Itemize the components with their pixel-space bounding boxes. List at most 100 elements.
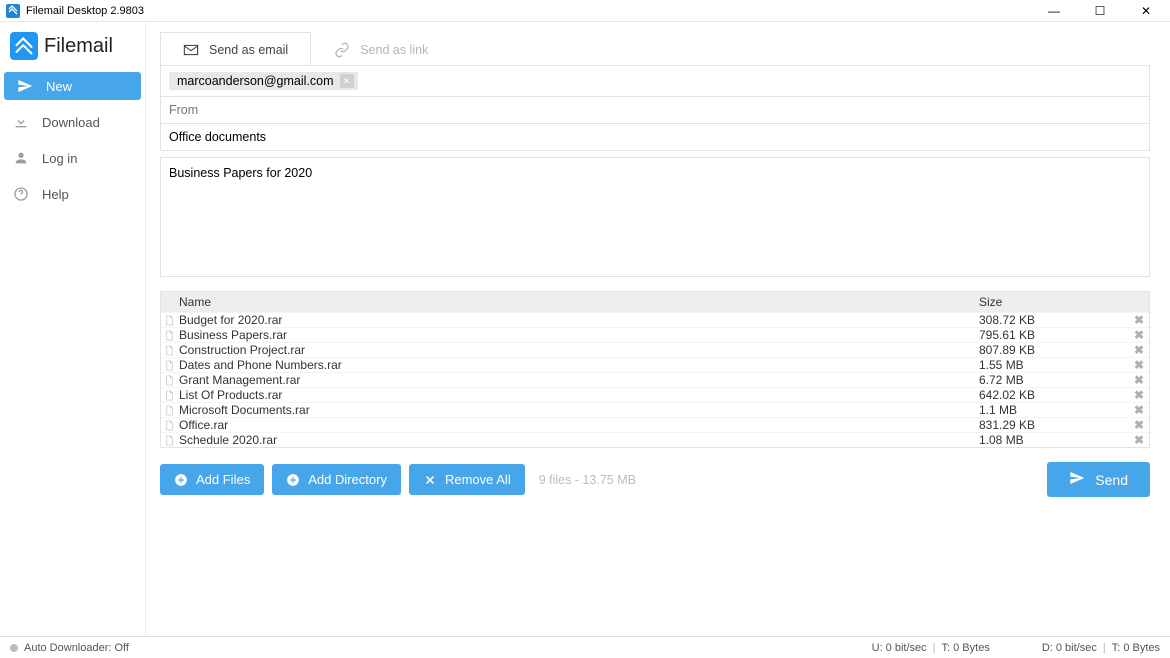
add-directory-button[interactable]: Add Directory bbox=[272, 464, 401, 495]
window-title: Filemail Desktop 2.9803 bbox=[26, 5, 144, 17]
remove-file-icon[interactable]: ✖ bbox=[1129, 343, 1149, 357]
table-row[interactable]: Business Papers.rar795.61 KB✖ bbox=[161, 327, 1149, 342]
file-size: 642.02 KB bbox=[979, 388, 1129, 402]
recipient-chip: marcoanderson@gmail.com ✕ bbox=[169, 72, 358, 90]
sidebar-item-label: Help bbox=[42, 187, 69, 202]
envelope-icon bbox=[183, 42, 199, 58]
sidebar-item-help[interactable]: Help bbox=[0, 180, 145, 208]
file-size: 807.89 KB bbox=[979, 343, 1129, 357]
remove-file-icon[interactable]: ✖ bbox=[1129, 313, 1149, 327]
table-row[interactable]: Schedule 2020.rar1.08 MB✖ bbox=[161, 432, 1149, 447]
from-input[interactable] bbox=[169, 103, 1141, 117]
file-name: List Of Products.rar bbox=[177, 388, 979, 402]
remove-recipient-icon[interactable]: ✕ bbox=[340, 74, 354, 88]
status-dot-icon bbox=[10, 644, 18, 652]
remove-file-icon[interactable]: ✖ bbox=[1129, 433, 1149, 447]
to-field[interactable]: marcoanderson@gmail.com ✕ bbox=[161, 66, 1149, 96]
status-download-total: T: 0 Bytes bbox=[1112, 642, 1160, 654]
remove-file-icon[interactable]: ✖ bbox=[1129, 403, 1149, 417]
paper-plane-icon bbox=[1069, 470, 1085, 489]
table-row[interactable]: Office.rar831.29 KB✖ bbox=[161, 417, 1149, 432]
titlebar: Filemail Desktop 2.9803 — ☐ ✕ bbox=[0, 0, 1170, 22]
table-row[interactable]: Dates and Phone Numbers.rar1.55 MB✖ bbox=[161, 357, 1149, 372]
subject-input[interactable] bbox=[169, 130, 1141, 144]
send-button[interactable]: Send bbox=[1047, 462, 1150, 497]
file-icon bbox=[161, 390, 177, 401]
status-left: Auto Downloader: Off bbox=[24, 642, 129, 654]
file-summary: 9 files - 13.75 MB bbox=[539, 473, 636, 487]
file-name: Schedule 2020.rar bbox=[177, 433, 979, 447]
brand-icon bbox=[10, 32, 38, 60]
remove-file-icon[interactable]: ✖ bbox=[1129, 328, 1149, 342]
window-controls: — ☐ ✕ bbox=[1040, 4, 1166, 18]
table-header: Name Size bbox=[161, 292, 1149, 312]
remove-all-button[interactable]: Remove All bbox=[409, 464, 525, 495]
button-label: Remove All bbox=[445, 472, 511, 487]
file-name: Office.rar bbox=[177, 418, 979, 432]
table-row[interactable]: List Of Products.rar642.02 KB✖ bbox=[161, 387, 1149, 402]
table-row[interactable]: Grant Management.rar6.72 MB✖ bbox=[161, 372, 1149, 387]
table-row[interactable]: Construction Project.rar807.89 KB✖ bbox=[161, 342, 1149, 357]
file-icon bbox=[161, 315, 177, 326]
action-bar: Add Files Add Directory Remove All 9 fil… bbox=[160, 462, 1150, 497]
form-panel: marcoanderson@gmail.com ✕ bbox=[160, 65, 1150, 151]
user-icon bbox=[12, 149, 30, 167]
column-size: Size bbox=[979, 295, 1149, 309]
sidebar-item-label: New bbox=[46, 79, 72, 94]
file-name: Construction Project.rar bbox=[177, 343, 979, 357]
app-icon bbox=[6, 4, 20, 18]
status-upload-total: T: 0 Bytes bbox=[942, 642, 990, 654]
file-name: Grant Management.rar bbox=[177, 373, 979, 387]
status-upload-rate: U: 0 bit/sec bbox=[872, 642, 927, 654]
file-icon bbox=[161, 360, 177, 371]
file-icon bbox=[161, 345, 177, 356]
file-size: 6.72 MB bbox=[979, 373, 1129, 387]
sidebar-item-label: Log in bbox=[42, 151, 77, 166]
file-icon bbox=[161, 405, 177, 416]
file-name: Business Papers.rar bbox=[177, 328, 979, 342]
x-icon bbox=[423, 473, 437, 487]
tab-send-link[interactable]: Send as link bbox=[311, 32, 451, 66]
file-name: Microsoft Documents.rar bbox=[177, 403, 979, 417]
sidebar-item-new[interactable]: New bbox=[4, 72, 141, 100]
help-icon bbox=[12, 185, 30, 203]
sidebar-item-login[interactable]: Log in bbox=[0, 144, 145, 172]
button-label: Add Directory bbox=[308, 472, 387, 487]
column-name: Name bbox=[161, 295, 979, 309]
tabs: Send as email Send as link bbox=[160, 32, 1150, 66]
remove-file-icon[interactable]: ✖ bbox=[1129, 358, 1149, 372]
message-field[interactable]: Business Papers for 2020 bbox=[160, 157, 1150, 277]
remove-file-icon[interactable]: ✖ bbox=[1129, 388, 1149, 402]
from-field[interactable] bbox=[161, 96, 1149, 123]
file-icon bbox=[161, 375, 177, 386]
table-row[interactable]: Microsoft Documents.rar1.1 MB✖ bbox=[161, 402, 1149, 417]
add-files-button[interactable]: Add Files bbox=[160, 464, 264, 495]
message-text: Business Papers for 2020 bbox=[169, 166, 312, 180]
main: Send as email Send as link marcoanderson… bbox=[146, 22, 1170, 636]
minimize-button[interactable]: — bbox=[1040, 4, 1068, 18]
paper-plane-icon bbox=[16, 77, 34, 95]
maximize-button[interactable]: ☐ bbox=[1086, 4, 1114, 18]
remove-file-icon[interactable]: ✖ bbox=[1129, 418, 1149, 432]
file-table: Name Size Budget for 2020.rar308.72 KB✖B… bbox=[160, 291, 1150, 448]
brand: Filemail bbox=[0, 26, 145, 72]
status-bar: Auto Downloader: Off U: 0 bit/sec | T: 0… bbox=[0, 636, 1170, 658]
table-row[interactable]: Budget for 2020.rar308.72 KB✖ bbox=[161, 312, 1149, 327]
download-icon bbox=[12, 113, 30, 131]
button-label: Add Files bbox=[196, 472, 250, 487]
close-button[interactable]: ✕ bbox=[1132, 4, 1160, 18]
file-size: 1.08 MB bbox=[979, 433, 1129, 447]
plus-circle-icon bbox=[174, 473, 188, 487]
file-size: 1.55 MB bbox=[979, 358, 1129, 372]
sidebar-item-label: Download bbox=[42, 115, 100, 130]
tab-send-email[interactable]: Send as email bbox=[160, 32, 311, 66]
button-label: Send bbox=[1095, 472, 1128, 488]
file-size: 795.61 KB bbox=[979, 328, 1129, 342]
file-name: Dates and Phone Numbers.rar bbox=[177, 358, 979, 372]
remove-file-icon[interactable]: ✖ bbox=[1129, 373, 1149, 387]
sidebar-item-download[interactable]: Download bbox=[0, 108, 145, 136]
subject-field[interactable] bbox=[161, 123, 1149, 150]
sidebar: Filemail New Download Log in Help bbox=[0, 22, 146, 636]
file-icon bbox=[161, 420, 177, 431]
file-size: 1.1 MB bbox=[979, 403, 1129, 417]
